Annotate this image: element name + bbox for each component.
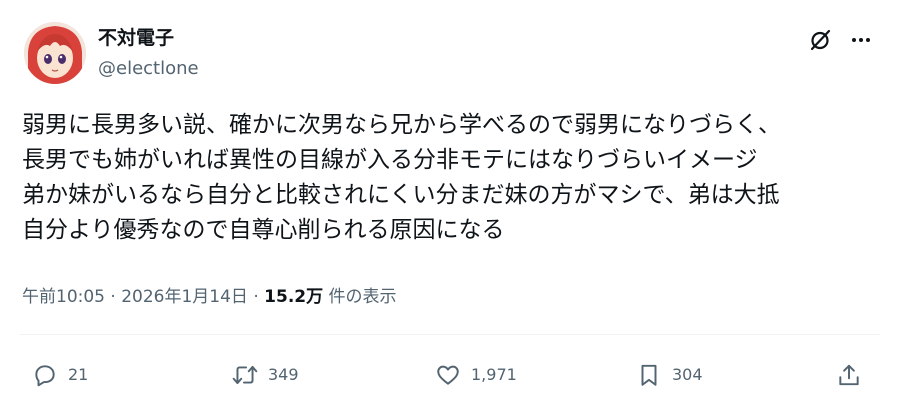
avatar[interactable] <box>24 22 86 84</box>
like-count: 1,971 <box>471 365 517 384</box>
bookmark-icon-wrap <box>634 360 664 390</box>
tweet-text-line: 長男でも姉がいれば異性の目線が入る分非モテにはなりづらいイメージ <box>22 147 758 173</box>
heart-icon <box>437 365 459 385</box>
views-label: 件の表示 <box>328 287 397 307</box>
meta-separator: · <box>105 287 122 307</box>
retweet-icon-wrap <box>230 360 260 390</box>
retweet-button[interactable]: 349 <box>230 360 299 390</box>
like-icon-wrap <box>433 360 463 390</box>
post-date[interactable]: 2026年1月14日 <box>121 287 248 307</box>
more-button[interactable] <box>846 26 876 54</box>
meta-separator: · <box>247 287 265 307</box>
views-count[interactable]: 15.2万 <box>264 287 323 307</box>
post-time[interactable]: 午前10:05 <box>22 287 105 307</box>
divider <box>20 334 880 335</box>
user-handle[interactable]: @electlone <box>98 57 199 81</box>
tweet-text-line: 弱男に長男多い説、確かに次男なら兄から学べるので弱男になりづらく、 <box>22 112 781 138</box>
tweet-text-line: 弟か妹がいるなら自分と比較されにくい分まだ妹の方がマシで、弟は大抵 <box>22 182 780 208</box>
more-dots-icon <box>852 38 870 42</box>
bookmark-icon <box>641 364 657 386</box>
share-icon-wrap <box>834 360 864 390</box>
reply-count: 21 <box>68 365 89 384</box>
retweet-count: 349 <box>268 365 299 384</box>
display-name[interactable]: 不対電子 <box>98 26 174 50</box>
grok-icon <box>810 29 831 51</box>
grok-button[interactable] <box>806 26 834 54</box>
share-button[interactable] <box>834 360 864 390</box>
like-button[interactable]: 1,971 <box>433 360 517 390</box>
bookmark-button[interactable]: 304 <box>634 360 703 390</box>
retweet-icon <box>232 365 258 385</box>
reply-icon <box>35 365 55 387</box>
anime-girl-avatar-icon <box>24 22 86 84</box>
tweet-text-line: 自分より優秀なので自尊心削られる原因になる <box>22 217 505 243</box>
bookmark-count: 304 <box>672 365 703 384</box>
tweet-text: 弱男に長男多い説、確かに次男なら兄から学べるので弱男になりづらく、 長男でも姉が… <box>22 108 882 248</box>
tweet-card: 不対電子 @electlone 弱男に長男多い説、確かに次男なら兄から学べるので… <box>0 0 900 420</box>
reply-icon-wrap <box>30 360 60 390</box>
tweet-meta: 午前10:05 · 2026年1月14日 · 15.2万 件の表示 <box>22 285 397 309</box>
reply-button[interactable]: 21 <box>30 360 88 390</box>
share-icon <box>839 364 859 386</box>
